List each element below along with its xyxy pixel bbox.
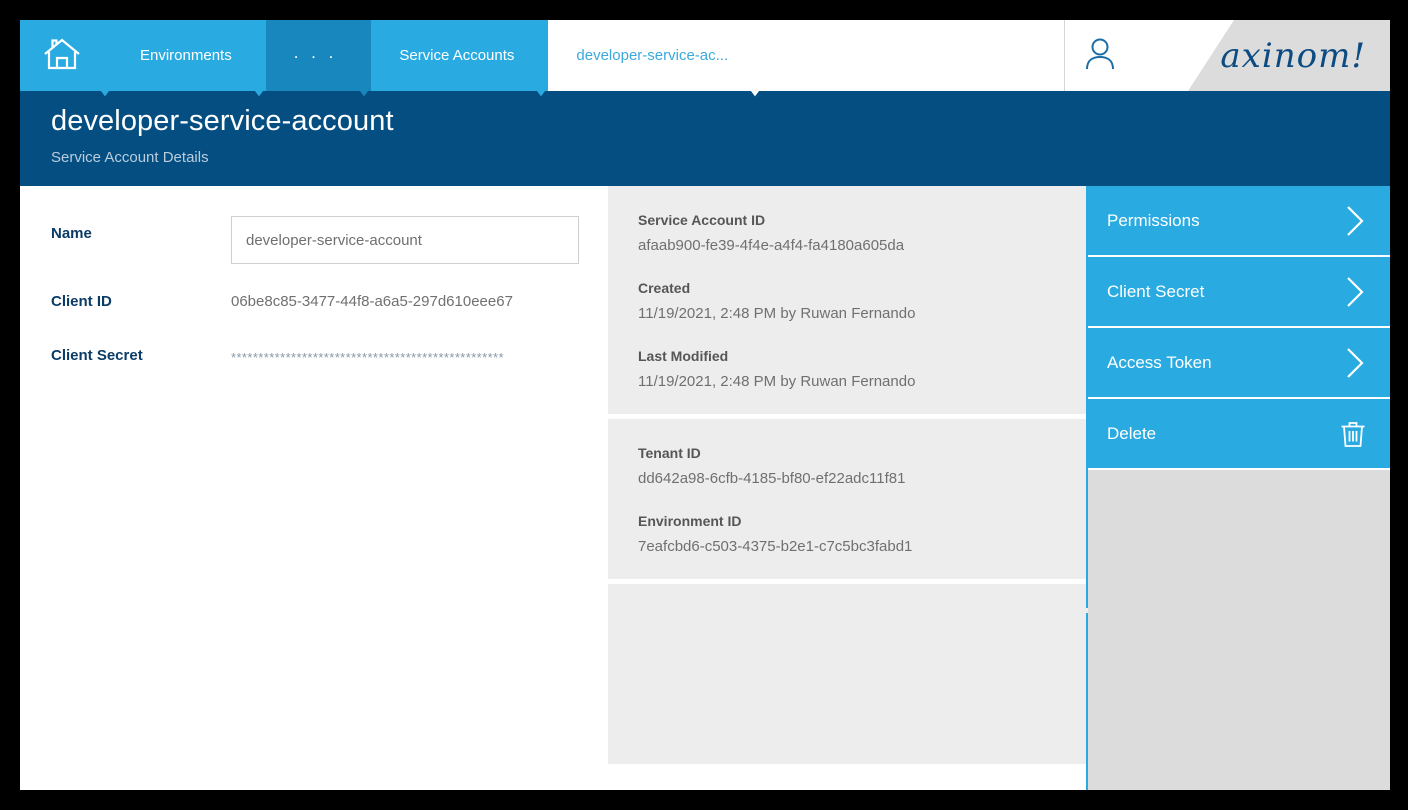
- breadcrumb-item-current[interactable]: developer-service-ac...: [548, 20, 762, 91]
- client-id-label: Client ID: [51, 284, 231, 310]
- brand-logo: axinom!: [1134, 20, 1390, 91]
- name-input[interactable]: [231, 216, 579, 264]
- action-label: Access Token: [1107, 353, 1212, 373]
- form-row-name: Name: [51, 216, 608, 264]
- top-bar: Environments . . . Service Accounts deve…: [20, 20, 1390, 91]
- client-id-value: 06be8c85-3477-44f8-a6a5-297d610eee67: [231, 284, 513, 310]
- metadata-value: 7eafcbd6-c503-4375-b2e1-c7c5bc3fabd1: [638, 538, 1088, 555]
- breadcrumb-item-label: . . .: [294, 43, 338, 69]
- chevron-right-icon: [1344, 204, 1366, 238]
- action-label: Client Secret: [1107, 282, 1204, 302]
- actions-sidebar: Permissions Client Secret Access Token: [1088, 186, 1390, 790]
- metadata-block: Service Account ID afaab900-fe39-4f4e-a4…: [638, 212, 1088, 254]
- panel-accent-rule-lower: [1086, 613, 1088, 790]
- metadata-block: Environment ID 7eafcbd6-c503-4375-b2e1-c…: [638, 513, 1088, 555]
- home-icon: [42, 36, 82, 76]
- breadcrumb-item-ellipsis[interactable]: . . .: [266, 20, 372, 91]
- form-row-client-id: Client ID 06be8c85-3477-44f8-a6a5-297d61…: [51, 284, 608, 318]
- user-icon: [1083, 35, 1117, 76]
- metadata-block: Created 11/19/2021, 2:48 PM by Ruwan Fer…: [638, 280, 1088, 322]
- action-label: Delete: [1107, 424, 1156, 444]
- metadata-key: Environment ID: [638, 513, 1088, 529]
- top-bar-right: axinom!: [1064, 20, 1390, 91]
- metadata-key: Tenant ID: [638, 445, 1088, 461]
- metadata-value: 11/19/2021, 2:48 PM by Ruwan Fernando: [638, 305, 1088, 322]
- trash-icon: [1340, 420, 1366, 448]
- breadcrumb-home[interactable]: [20, 20, 112, 91]
- form-row-client-secret: Client Secret **************************…: [51, 338, 608, 372]
- metadata-value: dd642a98-6cfb-4185-bf80-ef22adc11f81: [638, 470, 1088, 487]
- metadata-key: Created: [638, 280, 1088, 296]
- breadcrumb-item-label: Environments: [140, 47, 232, 64]
- metadata-card-empty: [608, 584, 1088, 764]
- page-subtitle: Service Account Details: [51, 149, 1390, 166]
- metadata-value: 11/19/2021, 2:48 PM by Ruwan Fernando: [638, 373, 1088, 390]
- metadata-key: Last Modified: [638, 348, 1088, 364]
- delete-button[interactable]: Delete: [1088, 399, 1390, 470]
- chevron-right-icon: [1344, 275, 1366, 309]
- permissions-button[interactable]: Permissions: [1088, 186, 1390, 257]
- breadcrumb-item-environments[interactable]: Environments: [112, 20, 266, 91]
- panel-accent-rule: [1086, 186, 1088, 608]
- name-label: Name: [51, 216, 231, 242]
- application-window: Environments . . . Service Accounts deve…: [20, 20, 1390, 790]
- client-secret-button[interactable]: Client Secret: [1088, 257, 1390, 328]
- metadata-value: afaab900-fe39-4f4e-a4f4-fa4180a605da: [638, 237, 1088, 254]
- metadata-block: Last Modified 11/19/2021, 2:48 PM by Ruw…: [638, 348, 1088, 390]
- brand-logo-text: axinom!: [1220, 36, 1366, 76]
- page-title: developer-service-account: [51, 105, 1390, 138]
- access-token-button[interactable]: Access Token: [1088, 328, 1390, 399]
- metadata-card-identity: Service Account ID afaab900-fe39-4f4e-a4…: [608, 186, 1088, 414]
- client-secret-value: ****************************************…: [231, 338, 504, 365]
- action-label: Permissions: [1107, 211, 1200, 231]
- metadata-panel: Service Account ID afaab900-fe39-4f4e-a4…: [608, 186, 1088, 790]
- details-form: Name Client ID 06be8c85-3477-44f8-a6a5-2…: [20, 186, 608, 790]
- chevron-right-icon: [1344, 346, 1366, 380]
- page-header: developer-service-account Service Accoun…: [20, 91, 1390, 186]
- breadcrumb-item-label: developer-service-ac...: [576, 47, 728, 64]
- metadata-card-scope: Tenant ID dd642a98-6cfb-4185-bf80-ef22ad…: [608, 419, 1088, 579]
- metadata-block: Tenant ID dd642a98-6cfb-4185-bf80-ef22ad…: [638, 445, 1088, 487]
- metadata-key: Service Account ID: [638, 212, 1088, 228]
- page-content: Name Client ID 06be8c85-3477-44f8-a6a5-2…: [20, 186, 1390, 790]
- breadcrumb-item-service-accounts[interactable]: Service Accounts: [371, 20, 548, 91]
- client-secret-label: Client Secret: [51, 338, 231, 364]
- breadcrumb-item-label: Service Accounts: [399, 47, 514, 64]
- user-menu-button[interactable]: [1064, 20, 1134, 91]
- breadcrumb: Environments . . . Service Accounts deve…: [20, 20, 762, 91]
